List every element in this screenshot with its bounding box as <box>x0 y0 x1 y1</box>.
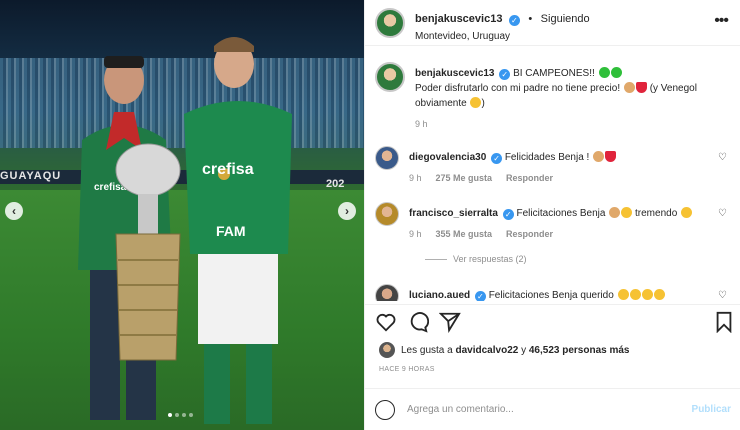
emoji <box>681 207 693 218</box>
likes-count[interactable]: 46,523 personas más <box>529 345 630 356</box>
commenter-username[interactable]: diegovalencia30 <box>409 152 486 163</box>
comment-icon[interactable] <box>407 311 429 333</box>
ad-board-year: 202 <box>326 178 345 190</box>
carousel-dot <box>182 413 186 417</box>
comment-likes[interactable]: 355 Me gusta <box>436 227 493 242</box>
view-replies-row: Ver respuestas (2) <box>375 254 735 264</box>
trophy-emoji <box>653 289 665 300</box>
reply-button[interactable]: Responder <box>506 227 553 242</box>
commenter-avatar[interactable] <box>375 284 399 301</box>
action-bar <box>365 304 740 340</box>
publish-button[interactable]: Publicar <box>692 404 731 415</box>
chevron-right-icon: › <box>345 204 349 218</box>
emoji-icon[interactable] <box>375 399 395 420</box>
trophy-emoji <box>641 289 653 300</box>
follow-status-button[interactable]: Siguiendo <box>541 13 590 25</box>
verified-icon: ✓ <box>499 69 511 80</box>
comment-text: Felicidades Benja ! <box>504 152 590 163</box>
like-comment-heart-icon[interactable]: ♡ <box>718 208 727 219</box>
emoji <box>470 97 482 108</box>
heart-icon[interactable] <box>375 311 397 333</box>
view-replies-text: Ver respuestas (2) <box>453 254 527 264</box>
like-comment-heart-icon[interactable]: ♡ <box>718 290 727 301</box>
comment-text-2: tremendo <box>635 208 678 219</box>
comment-time[interactable]: 9 h <box>409 227 422 242</box>
comment-time[interactable]: 9 h <box>409 171 422 186</box>
player-shirt-text: crefisa <box>202 161 254 178</box>
emoji <box>593 151 605 162</box>
carousel-dot <box>175 413 179 417</box>
reply-button[interactable]: Responder <box>506 171 553 186</box>
chevron-left-icon: ‹ <box>12 204 16 218</box>
emoji <box>621 207 633 218</box>
replies-line <box>425 258 447 260</box>
more-options-icon[interactable]: ••• <box>714 12 729 30</box>
separator-dot: • <box>528 13 533 25</box>
comment-item: francisco_sierralta ✓ Felicitaciones Ben… <box>375 202 735 242</box>
emoji <box>609 207 621 218</box>
comments-list: benjakuscevic13 ✓ BI CAMPEONES!! Poder d… <box>365 56 740 301</box>
player-sponsor-text: FAM <box>216 223 246 239</box>
comment-likes[interactable]: 275 Me gusta <box>436 171 493 186</box>
instagram-post: GUAYAQU 202 crefisa crefisa FAM ‹ › benj… <box>0 0 740 430</box>
player-figure: crefisa FAM <box>184 37 292 424</box>
commenter-username[interactable]: luciano.aued <box>409 290 470 301</box>
caption-text: BI CAMPEONES!! <box>513 68 595 79</box>
emoji <box>617 289 629 300</box>
post-header: benjakuscevic13 ✓ • Siguiendo Montevideo… <box>365 0 740 46</box>
caption-avatar[interactable] <box>375 62 405 92</box>
bookmark-icon[interactable] <box>713 311 735 333</box>
carousel-dots <box>168 413 193 417</box>
red-heart-emoji <box>635 82 647 93</box>
post-location[interactable]: Montevideo, Uruguay <box>415 31 590 42</box>
next-photo-button[interactable]: › <box>338 202 356 220</box>
commenter-avatar[interactable] <box>375 146 399 170</box>
author-avatar[interactable] <box>375 8 405 38</box>
caption-text-4: ) <box>481 98 485 109</box>
caption-username[interactable]: benjakuscevic13 <box>415 68 495 79</box>
caption-time[interactable]: 9 h <box>415 117 428 132</box>
likes-prefix: Les gusta a <box>401 344 453 356</box>
add-comment-bar: Publicar <box>365 388 740 430</box>
verified-icon: ✓ <box>491 153 503 164</box>
previous-photo-button[interactable]: ‹ <box>5 202 23 220</box>
caption-text-2: Poder disfrutarlo con mi padre no tiene … <box>415 83 621 94</box>
verified-icon: ✓ <box>508 15 520 26</box>
carousel-dot <box>189 413 193 417</box>
comment-text: Felicitaciones Benja querido <box>488 290 614 301</box>
verified-icon: ✓ <box>474 291 486 301</box>
comment-text: Felicitaciones Benja <box>516 208 606 219</box>
commenter-username[interactable]: francisco_sierralta <box>409 208 498 219</box>
trophy <box>115 143 181 361</box>
verified-icon: ✓ <box>502 209 514 220</box>
green-heart-emoji <box>598 67 610 78</box>
green-heart-emoji <box>610 67 622 78</box>
comment-item: luciano.aued ✓ Felicitaciones Benja quer… <box>375 284 735 301</box>
caption: benjakuscevic13 ✓ BI CAMPEONES!! Poder d… <box>375 62 735 132</box>
like-comment-heart-icon[interactable]: ♡ <box>718 152 727 163</box>
comment-input[interactable] <box>407 404 667 415</box>
author-username[interactable]: benjakuscevic13 <box>415 13 502 25</box>
share-icon[interactable] <box>439 311 461 333</box>
emoji <box>623 82 635 93</box>
ad-board-text: GUAYAQU <box>0 170 62 182</box>
likes-mid: y <box>521 344 527 356</box>
liker-avatar <box>379 342 395 358</box>
carousel-dot <box>168 413 172 417</box>
post-time[interactable]: HACE 9 HORAS <box>379 366 435 373</box>
comment-item: diegovalencia30 ✓ Felicidades Benja ! 9 … <box>375 146 735 186</box>
view-replies-button[interactable]: Ver respuestas (2) <box>425 254 527 264</box>
red-heart-emoji <box>605 151 617 162</box>
commenter-avatar[interactable] <box>375 202 399 226</box>
emoji <box>629 289 641 300</box>
likes-summary[interactable]: Les gusta a davidcalvo22 y 46,523 person… <box>379 342 630 358</box>
liker-username[interactable]: davidcalvo22 <box>456 345 519 356</box>
post-sidebar: benjakuscevic13 ✓ • Siguiendo Montevideo… <box>364 0 740 430</box>
post-photo[interactable]: GUAYAQU 202 crefisa crefisa FAM ‹ › <box>0 0 364 430</box>
